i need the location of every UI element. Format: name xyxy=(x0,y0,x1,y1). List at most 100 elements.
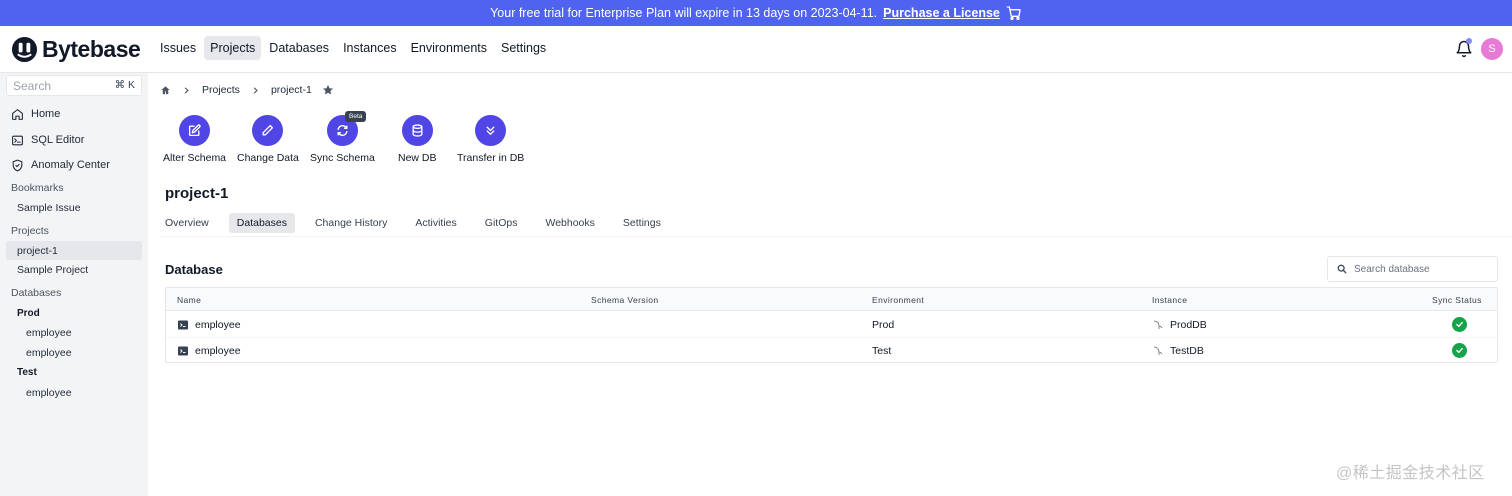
tab-webhooks[interactable]: Webhooks xyxy=(537,213,602,233)
purchase-license-link[interactable]: Purchase a License xyxy=(883,6,1000,20)
sidebar-sample-project[interactable]: Sample Project xyxy=(17,264,88,276)
action-label: Transfer in DB xyxy=(457,152,525,164)
home-icon[interactable] xyxy=(160,85,171,96)
tab-change-history[interactable]: Change History xyxy=(307,213,395,233)
breadcrumb-project-1: project-1 xyxy=(270,84,312,96)
action-label: Sync Schema xyxy=(310,152,375,164)
table-header: Name Schema Version Environment Instance… xyxy=(166,288,1497,311)
tabs-divider xyxy=(160,236,1512,237)
bookmark-sample-issue[interactable]: Sample Issue xyxy=(17,202,81,214)
db-group-test: Test xyxy=(17,367,37,378)
search-database-input[interactable]: Search database xyxy=(1327,256,1498,282)
chevron-right-icon xyxy=(253,86,258,94)
column-schema-version[interactable]: Schema Version xyxy=(591,295,659,305)
sidebar-item-anomaly-center[interactable]: Anomaly Center xyxy=(11,156,110,174)
sidebar-project-1[interactable]: project-1 xyxy=(6,241,142,260)
instance-engine-icon xyxy=(1153,320,1163,329)
sidebar-item-label: Home xyxy=(31,108,61,120)
action-label: Change Data xyxy=(237,152,299,164)
beta-badge: Beta xyxy=(345,111,367,122)
alter-schema-button[interactable]: Alter Schema xyxy=(163,115,226,164)
sidebar-db-employee[interactable]: employee xyxy=(26,327,72,339)
pencil-icon xyxy=(252,115,284,146)
db-name: employee xyxy=(195,319,241,331)
databases-heading: Databases xyxy=(11,287,62,299)
sidebar-search[interactable]: Search ⌘ K xyxy=(6,75,142,96)
nav-instances[interactable]: Instances xyxy=(337,36,403,60)
shield-icon xyxy=(12,159,23,171)
database-icon xyxy=(401,115,433,146)
nav-projects[interactable]: Projects xyxy=(204,36,262,60)
cart-icon[interactable] xyxy=(1006,5,1022,21)
environment-cell: Test xyxy=(872,345,892,357)
nav-settings[interactable]: Settings xyxy=(495,36,552,60)
chevrons-down-icon xyxy=(475,115,507,146)
tab-settings[interactable]: Settings xyxy=(615,213,669,233)
database-table: Name Schema Version Environment Instance… xyxy=(165,287,1498,363)
breadcrumb: Projects project-1 xyxy=(160,84,334,96)
db-name: employee xyxy=(195,345,241,357)
terminal-icon xyxy=(178,346,188,356)
chevron-right-icon xyxy=(184,86,189,94)
column-environment[interactable]: Environment xyxy=(872,295,924,305)
environment-cell: Prod xyxy=(872,319,895,331)
tab-databases[interactable]: Databases xyxy=(228,213,295,233)
trial-banner: Your free trial for Enterprise Plan will… xyxy=(0,0,1512,26)
breadcrumb-projects[interactable]: Projects xyxy=(202,84,240,96)
projects-heading: Projects xyxy=(11,225,49,237)
tab-gitops[interactable]: GitOps xyxy=(477,213,526,233)
action-label: New DB xyxy=(398,152,437,164)
sync-ok-icon xyxy=(1452,343,1467,358)
change-data-button[interactable]: Change Data xyxy=(237,115,299,164)
terminal-icon xyxy=(12,135,23,145)
search-database-placeholder: Search database xyxy=(1354,263,1430,275)
trial-message: Your free trial for Enterprise Plan will… xyxy=(490,6,878,20)
nav-environments[interactable]: Environments xyxy=(405,36,493,60)
star-icon[interactable] xyxy=(322,84,334,96)
sidebar-item-label: SQL Editor xyxy=(31,134,85,146)
db-group-prod: Prod xyxy=(17,308,40,319)
nav-databases[interactable]: Databases xyxy=(263,36,335,60)
brand-name: Bytebase xyxy=(42,36,141,62)
action-label: Alter Schema xyxy=(163,152,227,164)
watermark: @稀土掘金技术社区 xyxy=(1336,465,1485,482)
instance-cell: ProdDB xyxy=(1152,319,1207,331)
project-tabs: Overview Databases Change History Activi… xyxy=(157,213,681,233)
page-title: project-1 xyxy=(165,185,229,202)
sidebar-item-sql-editor[interactable]: SQL Editor xyxy=(11,131,84,149)
search-shortcut: ⌘ K xyxy=(114,79,135,91)
bytebase-logo-icon xyxy=(11,36,38,63)
nav-issues[interactable]: Issues xyxy=(154,36,202,60)
new-db-button[interactable]: New DB xyxy=(398,115,437,164)
db-name-cell[interactable]: employee xyxy=(177,345,241,357)
transfer-in-db-button[interactable]: Transfer in DB xyxy=(457,115,524,164)
instance-cell: TestDB xyxy=(1152,345,1204,357)
bookmarks-heading: Bookmarks xyxy=(11,182,64,194)
db-name-cell[interactable]: employee xyxy=(177,319,241,331)
sync-ok-icon xyxy=(1452,317,1467,332)
edit-icon xyxy=(179,115,211,146)
table-row[interactable]: employee Prod ProdDB xyxy=(166,312,1497,338)
main-nav: Issues Projects Databases Instances Envi… xyxy=(154,36,552,60)
column-instance[interactable]: Instance xyxy=(1152,295,1187,305)
sidebar-item-home[interactable]: Home xyxy=(11,105,60,123)
instance-name: TestDB xyxy=(1170,345,1204,357)
column-name[interactable]: Name xyxy=(177,295,201,305)
sidebar-db-employee[interactable]: employee xyxy=(26,347,72,359)
sidebar-item-label: Anomaly Center xyxy=(31,159,110,171)
user-avatar[interactable]: S xyxy=(1481,38,1503,60)
top-header: Bytebase Issues Projects Databases Insta… xyxy=(0,26,1512,73)
instance-name: ProdDB xyxy=(1170,319,1207,331)
database-heading: Database xyxy=(165,262,223,277)
table-row[interactable]: employee Test TestDB xyxy=(166,338,1497,364)
sidebar: Search ⌘ K Home SQL Editor Anomaly Cente… xyxy=(0,73,148,496)
sync-schema-button[interactable]: Sync Schema xyxy=(310,115,375,164)
tab-activities[interactable]: Activities xyxy=(407,213,464,233)
instance-engine-icon xyxy=(1153,346,1163,355)
tab-overview[interactable]: Overview xyxy=(157,213,217,233)
terminal-icon xyxy=(178,320,188,330)
sidebar-db-employee[interactable]: employee xyxy=(26,387,72,399)
bytebase-logo[interactable]: Bytebase xyxy=(11,36,141,63)
column-sync-status[interactable]: Sync Status xyxy=(1432,295,1482,305)
notification-dot xyxy=(1466,38,1472,44)
